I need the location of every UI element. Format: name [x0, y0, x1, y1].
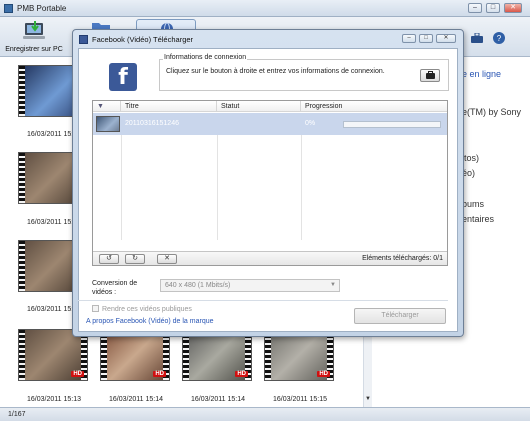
- close-button[interactable]: ✕: [504, 3, 522, 13]
- table-header-title[interactable]: Titre: [121, 101, 217, 112]
- public-videos-label: Rendre ces vidéos publiques: [102, 306, 192, 313]
- table-toolbar: ↺ ↻ ✕ Eléments téléchargés: 0/1: [93, 251, 447, 265]
- conversion-value: 640 x 480 (1 Mbits/s): [165, 282, 231, 289]
- help-icon: ?: [493, 32, 505, 44]
- app-title: PMB Portable: [17, 4, 67, 13]
- table-header-progress[interactable]: Progression: [301, 101, 447, 112]
- rotate-right-button[interactable]: ↻: [125, 254, 145, 264]
- save-to-pc-label: Enregistrer sur PC: [5, 46, 63, 53]
- right-panel-text: bums: [462, 199, 485, 209]
- dialog-maximize-button[interactable]: □: [419, 34, 433, 43]
- dialog-minimize-button[interactable]: –: [402, 34, 416, 43]
- right-panel-text: itos): [462, 153, 480, 163]
- thumbnail-date: 16/03/2011 15:13: [27, 396, 81, 403]
- login-button[interactable]: [420, 69, 440, 82]
- row-title: 20110316151246: [125, 120, 179, 127]
- status-bar: 1/167: [0, 407, 530, 421]
- hd-badge: HD: [317, 371, 330, 377]
- remove-icon: ✕: [164, 255, 170, 262]
- video-thumbnail: [96, 116, 120, 132]
- facebook-logo: f: [109, 63, 137, 91]
- thumbnail-date: 16/03/2011 15:: [27, 131, 74, 138]
- hd-badge: HD: [153, 371, 166, 377]
- facebook-upload-dialog: Facebook (Vidéo) Télécharger – □ ✕ f Inf…: [72, 29, 464, 337]
- rotate-left-button[interactable]: ↺: [99, 254, 119, 264]
- sort-down-icon: ▼: [97, 103, 104, 110]
- maximize-button[interactable]: □: [486, 3, 500, 13]
- public-videos-checkbox[interactable]: [92, 305, 99, 312]
- table-header-thumb[interactable]: ▼: [93, 101, 121, 112]
- right-panel-link[interactable]: e en ligne: [462, 69, 501, 79]
- minimize-button[interactable]: –: [468, 3, 482, 13]
- scroll-down-icon[interactable]: ▼: [365, 396, 371, 402]
- hd-badge: HD: [71, 371, 84, 377]
- dialog-close-button[interactable]: ✕: [436, 34, 456, 43]
- conversion-select[interactable]: 640 x 480 (1 Mbits/s) ▼: [160, 279, 340, 292]
- save-to-pc-icon: [23, 21, 45, 39]
- connection-info-text: Cliquez sur le bouton à droite et entrez…: [166, 68, 385, 75]
- row-progress-text: 0%: [305, 120, 316, 127]
- help-button[interactable]: ?: [492, 19, 506, 55]
- thumbnail-date: 16/03/2011 15:15: [273, 396, 327, 403]
- dialog-title: Facebook (Vidéo) Télécharger: [92, 35, 194, 44]
- svg-text:?: ?: [497, 34, 502, 43]
- item-count: 1/167: [8, 411, 26, 418]
- connection-info-legend: Informations de connexion: [163, 54, 248, 61]
- chevron-down-icon: ▼: [330, 282, 336, 288]
- right-panel-text: e(TM) by Sony: [462, 107, 522, 117]
- save-to-pc-button[interactable]: Enregistrer sur PC: [4, 19, 64, 55]
- dialog-separator: [78, 300, 448, 301]
- dialog-app-icon: [79, 35, 88, 44]
- upload-table: ▼ Titre Statut Progression 2011031615124…: [92, 100, 448, 266]
- thumbnail-date: 16/03/2011 15:14: [109, 396, 163, 403]
- hd-badge: HD: [235, 371, 248, 377]
- thumbnail-date: 16/03/2011 15:: [27, 306, 74, 313]
- remove-button[interactable]: ✕: [157, 254, 177, 264]
- thumbnail-date: 16/03/2011 15:14: [191, 396, 245, 403]
- conversion-label: Conversion de vidéos :: [92, 280, 138, 296]
- connection-info-group: Informations de connexion Cliquez sur le…: [159, 54, 449, 91]
- main-title-bar: PMB Portable – □ ✕: [0, 0, 530, 17]
- table-row[interactable]: 20110316151246 0%: [93, 113, 447, 135]
- briefcase-icon: [471, 33, 483, 43]
- dialog-body: f Informations de connexion Cliquez sur …: [78, 48, 458, 332]
- rotate-right-icon: ↻: [132, 255, 138, 262]
- about-facebook-link[interactable]: A propos Facebook (Vidéo) de la marque: [86, 318, 214, 325]
- thumbnail-date: 16/03/2011 15:: [27, 219, 74, 226]
- toolbar-briefcase-button[interactable]: [470, 19, 484, 55]
- app-icon: [4, 4, 13, 13]
- table-header-status[interactable]: Statut: [217, 101, 301, 112]
- row-progress-bar: [343, 121, 441, 128]
- upload-button[interactable]: Télécharger: [354, 308, 446, 324]
- downloaded-count: Eléments téléchargés: 0/1: [362, 255, 443, 262]
- right-panel-text: entaires: [462, 214, 495, 224]
- rotate-left-icon: ↺: [106, 255, 112, 262]
- public-videos-option[interactable]: Rendre ces vidéos publiques: [92, 305, 192, 313]
